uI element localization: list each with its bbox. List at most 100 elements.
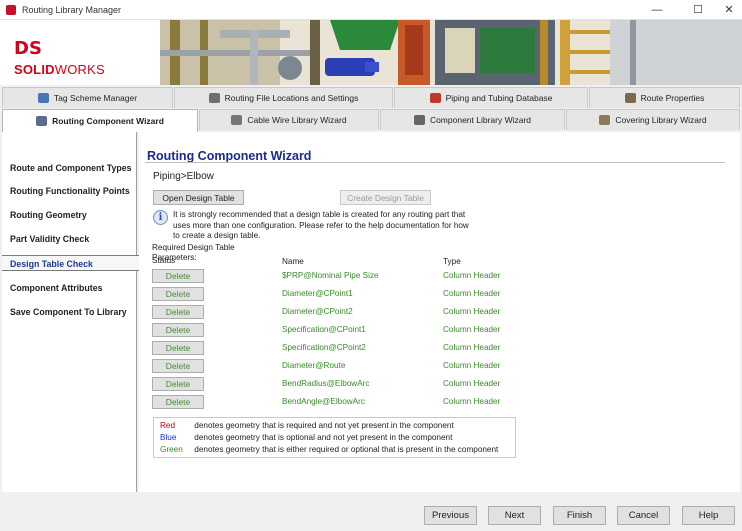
wizard-content: Routing Component Wizard Piping>Elbow Op…: [139, 132, 740, 492]
parameter-name: Specification@CPoint2: [282, 343, 366, 352]
banner-plant-image: [160, 20, 742, 85]
parameter-type: Column Header: [443, 289, 501, 298]
legend-description: denotes geometry that is optional and no…: [194, 433, 453, 442]
delete-button[interactable]: Delete: [152, 395, 204, 409]
folder-settings-icon: [208, 93, 220, 103]
delete-button[interactable]: Delete: [152, 269, 204, 283]
solidworks-logo: SOLIDWORKS: [14, 62, 105, 77]
column-header-name: Name: [282, 257, 304, 266]
parameter-name: Diameter@CPoint2: [282, 307, 353, 316]
parameter-name: Diameter@Route: [282, 361, 346, 370]
maximize-button[interactable]: ☐: [681, 0, 715, 20]
delete-button[interactable]: Delete: [152, 341, 204, 355]
info-icon: i: [153, 210, 168, 225]
tab-tag-scheme-manager[interactable]: Tag Scheme Manager: [2, 87, 173, 108]
delete-button[interactable]: Delete: [152, 305, 204, 319]
parameter-name: Specification@CPoint1: [282, 325, 366, 334]
table-row: Delete BendRadius@ElbowArc Column Header: [139, 377, 739, 393]
step-routing-geometry[interactable]: Routing Geometry: [10, 210, 87, 220]
delete-button[interactable]: Delete: [152, 287, 204, 301]
tab-row-tools: Tag Scheme Manager Routing File Location…: [0, 87, 742, 109]
ds-logo-mark: DS: [14, 38, 42, 59]
legend-description: denotes geometry that is required and no…: [194, 421, 454, 430]
step-route-and-component-types[interactable]: Route and Component Types: [10, 163, 132, 173]
breadcrumb: Piping>Elbow: [153, 171, 214, 182]
parameter-type: Column Header: [443, 397, 501, 406]
column-header-status: Status: [152, 256, 176, 265]
parameter-type: Column Header: [443, 361, 501, 370]
delete-button[interactable]: Delete: [152, 359, 204, 373]
next-button[interactable]: Next: [488, 506, 541, 525]
previous-button[interactable]: Previous: [424, 506, 477, 525]
step-save-component-to-library[interactable]: Save Component To Library: [10, 307, 127, 317]
step-part-validity-check[interactable]: Part Validity Check: [10, 234, 89, 244]
column-header-type: Type: [443, 257, 461, 266]
legend-row-blue: Blue denotes geometry that is optional a…: [160, 433, 452, 442]
step-design-table-check[interactable]: Design Table Check: [10, 259, 93, 269]
tab-route-properties[interactable]: Route Properties: [589, 87, 740, 108]
delete-button[interactable]: Delete: [152, 377, 204, 391]
title-divider: [145, 162, 725, 163]
tag-icon: [37, 93, 49, 103]
delete-button[interactable]: Delete: [152, 323, 204, 337]
parameter-name: BendAngle@ElbowArc: [282, 397, 365, 406]
wizard-icon: [36, 116, 48, 126]
cancel-button[interactable]: Cancel: [617, 506, 670, 525]
covering-icon: [599, 115, 611, 125]
component-icon: [413, 115, 425, 125]
legend-color-name: Red: [160, 421, 176, 430]
tab-covering-library-wizard[interactable]: Covering Library Wizard: [566, 109, 740, 130]
cable-icon: [231, 115, 243, 125]
minimize-button[interactable]: —: [640, 0, 674, 20]
tab-label: Covering Library Wizard: [615, 115, 707, 125]
table-row: Delete Diameter@CPoint1 Column Header: [139, 287, 739, 303]
parameter-type: Column Header: [443, 325, 501, 334]
parameter-type: Column Header: [443, 307, 501, 316]
create-design-table-button[interactable]: Create Design Table: [340, 190, 431, 205]
app-icon: [6, 5, 16, 15]
tab-row-wizards: Routing Component Wizard Cable Wire Libr…: [0, 109, 742, 132]
window-title: Routing Library Manager: [22, 5, 122, 15]
parameter-name: $PRP@Nominal Pipe Size: [282, 271, 379, 280]
parameter-type: Column Header: [443, 271, 501, 280]
logo-works: WORKS: [54, 62, 105, 77]
tab-routing-component-wizard[interactable]: Routing Component Wizard: [2, 109, 198, 132]
legend-description: denotes geometry that is either required…: [194, 445, 499, 454]
parameter-name: BendRadius@ElbowArc: [282, 379, 370, 388]
parameter-type: Column Header: [443, 343, 501, 352]
table-row: Delete Specification@CPoint1 Column Head…: [139, 323, 739, 339]
table-row: Delete Diameter@CPoint2 Column Header: [139, 305, 739, 321]
step-component-attributes[interactable]: Component Attributes: [10, 283, 103, 293]
database-icon: [429, 93, 441, 103]
legend-row-red: Red denotes geometry that is required an…: [160, 421, 454, 430]
help-button[interactable]: Help: [682, 506, 735, 525]
logo-solid: SOLID: [14, 62, 55, 77]
banner: DS SOLIDWORKS: [0, 20, 742, 85]
parameter-name: Diameter@CPoint1: [282, 289, 353, 298]
finish-button[interactable]: Finish: [553, 506, 606, 525]
parameter-type: Column Header: [443, 379, 501, 388]
close-button[interactable]: ✕: [712, 0, 742, 20]
tab-cable-wire-library-wizard[interactable]: Cable Wire Library Wizard: [199, 109, 379, 130]
info-message: It is strongly recommended that a design…: [173, 210, 469, 240]
table-row: Delete BendAngle@ElbowArc Column Header: [139, 395, 739, 411]
table-row: Delete Diameter@Route Column Header: [139, 359, 739, 375]
table-row: Delete Specification@CPoint2 Column Head…: [139, 341, 739, 357]
tab-piping-tubing-database[interactable]: Piping and Tubing Database: [394, 87, 588, 108]
tab-label: Piping and Tubing Database: [445, 93, 553, 103]
legend-color-name: Green: [160, 445, 183, 454]
tab-routing-file-locations[interactable]: Routing File Locations and Settings: [174, 87, 393, 108]
tab-component-library-wizard[interactable]: Component Library Wizard: [380, 109, 565, 130]
title-bar: Routing Library Manager — ☐ ✕: [0, 0, 742, 20]
open-design-table-button[interactable]: Open Design Table: [153, 190, 244, 205]
wizard-step-nav: Route and Component Types Routing Functi…: [2, 132, 139, 492]
step-routing-functionality-points[interactable]: Routing Functionality Points: [10, 186, 130, 196]
tab-label: Routing Component Wizard: [52, 116, 164, 126]
tab-label: Routing File Locations and Settings: [224, 93, 359, 103]
table-row: Delete $PRP@Nominal Pipe Size Column Hea…: [139, 269, 739, 285]
color-legend: Red denotes geometry that is required an…: [153, 417, 516, 458]
legend-color-name: Blue: [160, 433, 177, 442]
tab-label: Tag Scheme Manager: [53, 93, 138, 103]
legend-row-green: Green denotes geometry that is either re…: [160, 445, 498, 454]
properties-icon: [624, 93, 636, 103]
